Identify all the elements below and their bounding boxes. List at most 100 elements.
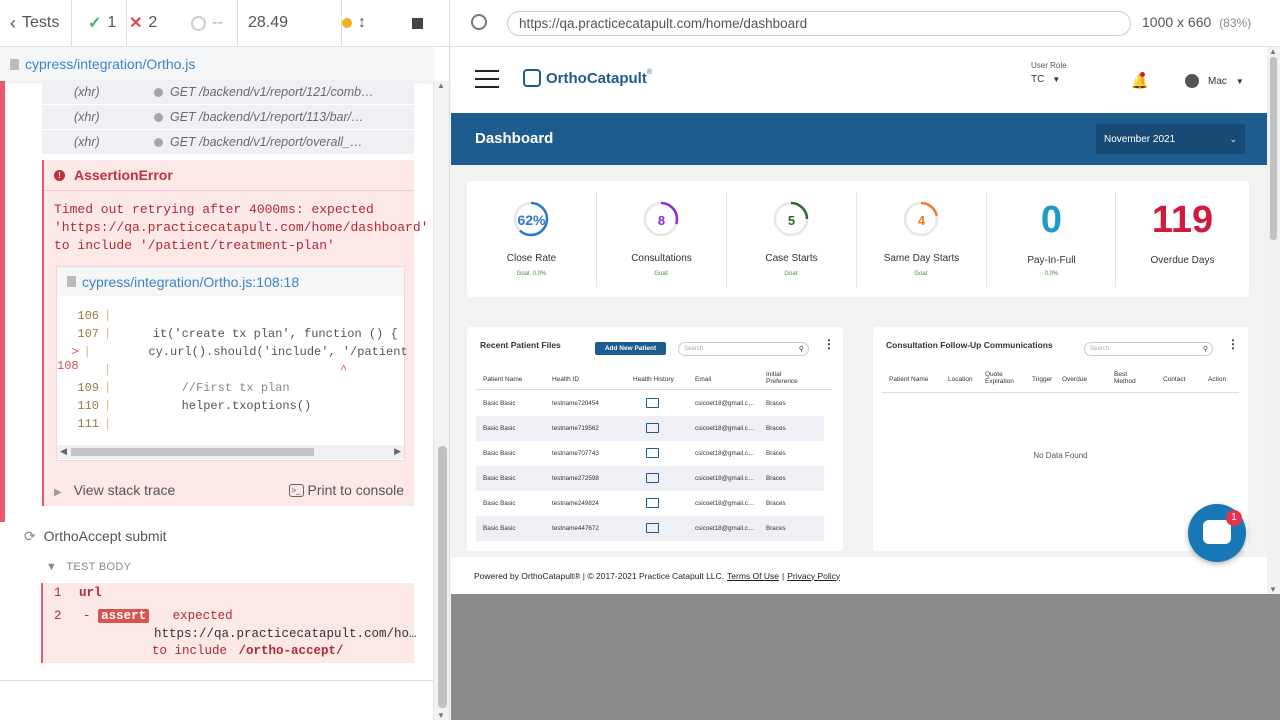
test-title-ortho-accept[interactable]: ⟳ OrthoAccept submit	[24, 528, 167, 545]
table-row[interactable]: Basic Basic testname707743 csicoet18@gmail…	[476, 441, 824, 466]
app-header: OrthoCatapult ® User Role TC ▼ 🔔 Mac ▼	[451, 47, 1269, 113]
arrow-right-icon[interactable]: ▶	[394, 446, 401, 457]
spec-path-link[interactable]: cypress/integration/Ortho.js	[25, 56, 195, 72]
stat-value: 5	[787, 213, 796, 228]
column-header: Contact	[1163, 376, 1186, 383]
crosshair-icon[interactable]	[471, 14, 487, 30]
xhr-log-row[interactable]: (xhr) GET /backend/v1/report/overall_…	[42, 130, 414, 155]
column-header: Health ID	[552, 376, 580, 383]
spec-path-bar[interactable]: cypress/integration/Ortho.js	[0, 47, 433, 81]
xhr-log-row[interactable]: (xhr) GET /backend/v1/report/121/comb…	[42, 80, 414, 105]
view-stack-trace-toggle[interactable]: ▶ View stack trace	[54, 482, 175, 498]
url-field[interactable]: https://qa.practicecatapult.com/home/das…	[507, 11, 1131, 36]
privacy-link[interactable]: Privacy Policy	[787, 571, 840, 581]
preference-cell: Braces	[766, 475, 786, 482]
more-options-icon[interactable]: ⋮	[823, 338, 835, 350]
health-id-cell: testname272598	[552, 475, 599, 482]
line-number: 110	[77, 399, 99, 413]
mail-icon[interactable]	[646, 523, 659, 533]
terminal-icon: >_	[288, 483, 304, 497]
table-row[interactable]: Basic Basic testname720454 csicoet18@gmail…	[476, 391, 824, 416]
search-placeholder: Search	[684, 346, 704, 352]
passed-count: ✓ 1	[72, 0, 127, 47]
mail-icon[interactable]	[646, 398, 659, 408]
arrow-down-icon[interactable]: ▼	[437, 711, 445, 720]
search-input[interactable]: Search ⚲	[1084, 342, 1213, 356]
recent-patient-files-card: Recent Patient Files Add New Patient Sea…	[467, 327, 843, 551]
stat-value: 0	[1040, 199, 1063, 241]
xhr-kind: (xhr)	[74, 110, 100, 124]
search-icon: ⚲	[798, 346, 804, 353]
stat-pay-in-full: 0 Pay-In-Full 0.0%	[987, 181, 1116, 297]
file-icon	[67, 276, 76, 287]
print-to-console-button[interactable]: >_ Print to console	[288, 482, 404, 498]
add-new-patient-button[interactable]: Add New Patient	[595, 342, 666, 355]
aut-url-bar: https://qa.practicecatapult.com/home/das…	[450, 0, 1280, 47]
stat-overdue-days: 119 Overdue Days	[1116, 181, 1249, 297]
line-number	[57, 363, 104, 381]
patient-name-cell: Basic Basic	[483, 450, 516, 457]
code-frame-header[interactable]: cypress/integration/Ortho.js:108:18	[57, 267, 404, 296]
search-input[interactable]: Search ⚲	[678, 342, 809, 356]
xhr-log-row[interactable]: (xhr) GET /backend/v1/report/113/bar/…	[42, 105, 414, 130]
preference-cell: Braces	[766, 400, 786, 407]
column-header: Action	[1208, 376, 1227, 383]
chat-launcher-button[interactable]: 1	[1188, 504, 1246, 562]
mail-icon[interactable]	[646, 473, 659, 483]
tests-label: Tests	[22, 14, 60, 31]
table-row[interactable]: Basic Basic testname447672 csicoet18@gmail…	[476, 516, 824, 541]
dashboard-banner: Dashboard November 2021 ⌄	[451, 113, 1267, 165]
more-options-icon[interactable]: ⋮	[1227, 338, 1239, 350]
tests-nav-button[interactable]: ‹ Tests	[0, 0, 72, 47]
mail-icon[interactable]	[646, 423, 659, 433]
stat-goal: Goal:	[914, 271, 929, 277]
mail-icon[interactable]	[646, 498, 659, 508]
email-cell: csicoet18@gmail.c…	[695, 500, 755, 507]
viewport-backdrop	[451, 594, 1280, 720]
app-scrollbar[interactable]: ▲ ▼	[1267, 47, 1280, 594]
horizontal-scrollbar[interactable]: ◀ ▶	[57, 445, 404, 459]
arrow-up-icon[interactable]: ▲	[1269, 47, 1277, 56]
column-header: Overdue	[1062, 376, 1087, 383]
email-cell: csicoet18@gmail.c…	[695, 450, 755, 457]
command-row-assert[interactable]: 2 - assert expected	[54, 609, 414, 623]
user-role-select[interactable]: User Role TC ▼	[1031, 61, 1067, 85]
test-body-header[interactable]: ▼ TEST BODY	[46, 561, 131, 573]
email-cell: csicoet18@gmail.c…	[695, 475, 755, 482]
table-row[interactable]: Basic Basic testname719562 csicoet18@gmail…	[476, 416, 824, 441]
preference-cell: Braces	[766, 450, 786, 457]
arrow-up-icon[interactable]: ▲	[437, 81, 445, 90]
stat-value: 62%	[517, 212, 546, 228]
line-number: 109	[77, 381, 99, 395]
xhr-text: GET /backend/v1/report/overall_…	[170, 135, 363, 149]
mail-icon[interactable]	[646, 448, 659, 458]
preference-cell: Braces	[766, 500, 786, 507]
arrow-down-icon[interactable]: ▼	[1269, 585, 1277, 594]
code-line-highlighted: > 108 | cy.url().should('include', '/pati…	[57, 345, 408, 373]
month-select[interactable]: November 2021 ⌄	[1096, 124, 1245, 154]
notifications-button[interactable]: 🔔	[1131, 72, 1148, 91]
code-line: 106 |	[57, 309, 406, 327]
column-header: Trigger	[1032, 376, 1053, 383]
health-id-cell: testname707743	[552, 450, 599, 457]
code-line: 109 | //First tx plan	[57, 381, 406, 399]
app-logo[interactable]: OrthoCatapult ®	[523, 69, 652, 87]
scrollbar-thumb[interactable]	[1270, 57, 1277, 240]
command-row-url[interactable]: 1 url	[54, 586, 102, 600]
scrollbar-thumb[interactable]	[438, 446, 447, 708]
check-icon: ✓	[88, 15, 102, 32]
hamburger-menu-icon[interactable]	[475, 70, 499, 89]
arrow-left-icon[interactable]: ◀	[60, 446, 67, 457]
code-file-link[interactable]: cypress/integration/Ortho.js:108:18	[82, 274, 299, 290]
table-row[interactable]: Basic Basic testname272598 csicoet18@gmail…	[476, 466, 824, 491]
chevron-down-icon: ⌄	[1229, 133, 1237, 144]
file-icon	[10, 58, 19, 70]
failed-value: 2	[148, 14, 158, 31]
auto-scroll-toggle[interactable]: ↕	[342, 0, 402, 47]
terms-link[interactable]: Terms Of Use	[727, 571, 779, 581]
scrollbar-thumb[interactable]	[71, 448, 314, 456]
stop-button[interactable]	[402, 0, 442, 47]
table-row[interactable]: Basic Basic testname249824 csicoet18@gmail…	[476, 491, 824, 516]
runner-scrollbar[interactable]: ▲ ▼	[433, 81, 449, 720]
user-menu[interactable]: Mac ▼	[1185, 74, 1244, 88]
